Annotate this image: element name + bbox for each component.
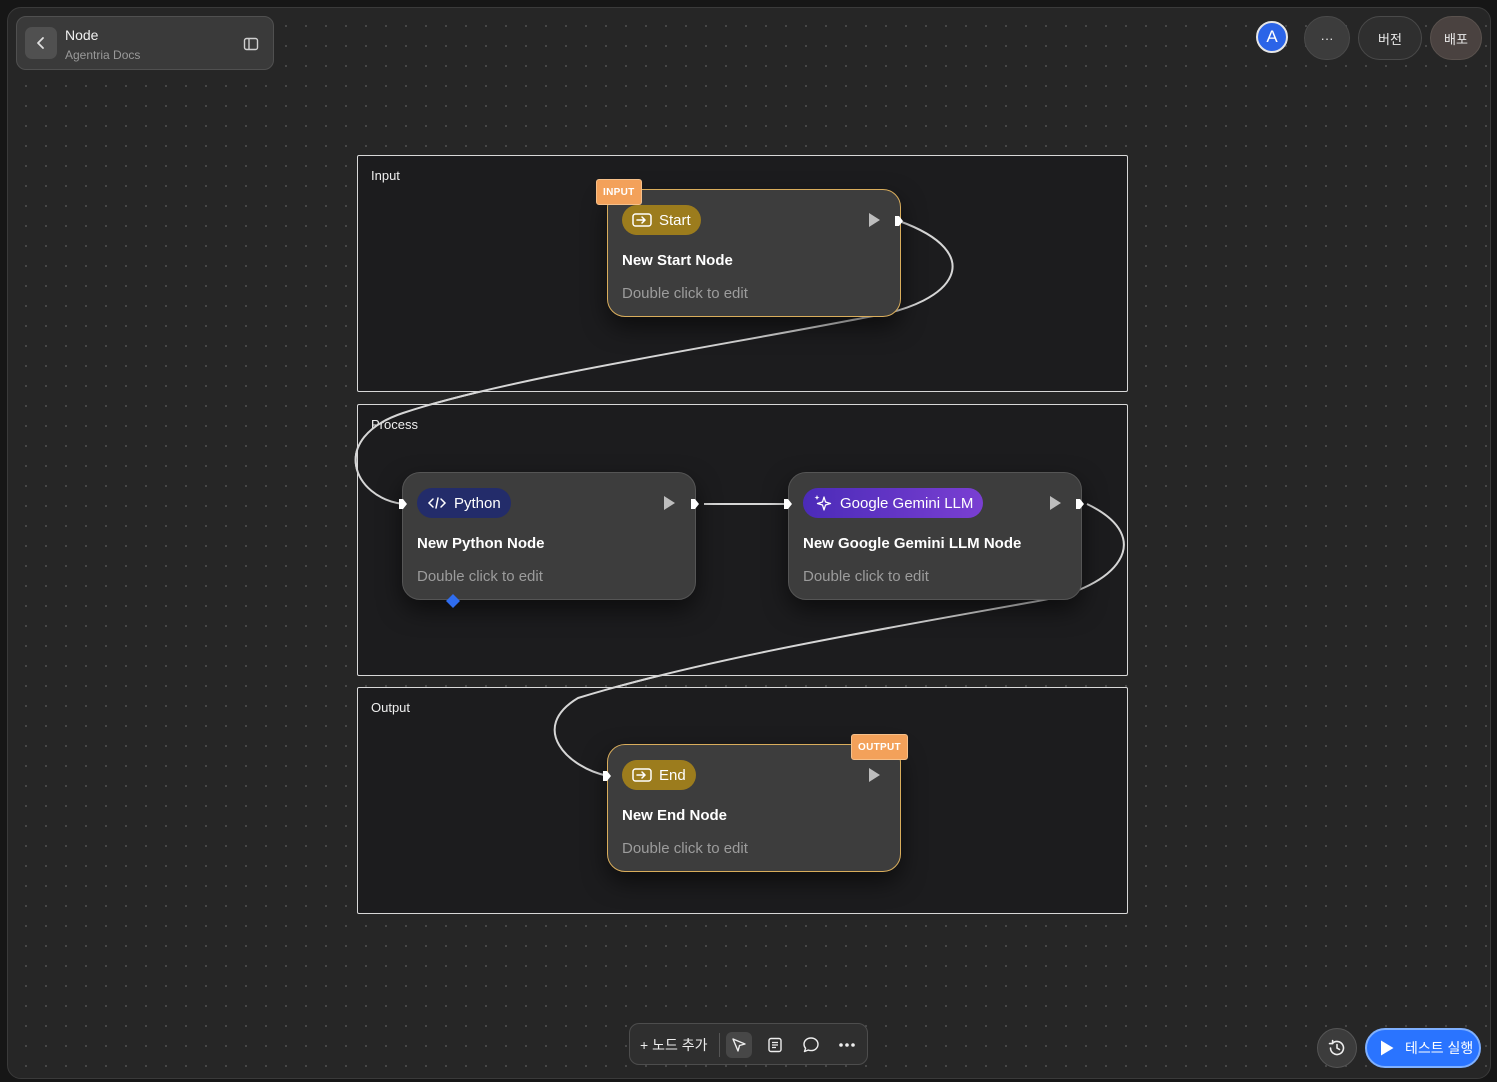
test-run-label: 테스트 실행 — [1405, 1040, 1474, 1056]
chat-bubble-icon — [803, 1037, 819, 1053]
document-icon — [768, 1037, 782, 1053]
node-hint: Double click to edit — [622, 285, 748, 302]
run-node-icon[interactable] — [1050, 496, 1061, 510]
start-node[interactable]: Start New Start Node Double click to edi… — [607, 189, 901, 317]
enter-icon — [632, 213, 652, 227]
chevron-left-icon — [37, 37, 44, 49]
select-tool-button[interactable] — [726, 1032, 752, 1058]
sidebar-toggle-icon[interactable] — [243, 36, 259, 52]
python-node[interactable]: Python New Python Node Double click to e… — [402, 472, 696, 600]
gemini-node[interactable]: Google Gemini LLM New Google Gemini LLM … — [788, 472, 1082, 600]
end-tag: End — [622, 760, 696, 790]
play-icon — [1381, 1040, 1394, 1056]
output-handle-icon[interactable] — [894, 215, 904, 227]
llm-tag-label: Google Gemini LLM — [840, 494, 974, 512]
more-options-button[interactable]: ··· — [1304, 16, 1350, 60]
node-hint: Double click to edit — [622, 840, 748, 857]
input-handle-icon[interactable] — [783, 498, 793, 510]
input-handle-icon[interactable] — [398, 498, 408, 510]
output-badge: OUTPUT — [851, 734, 908, 760]
node-title: New Start Node — [622, 252, 733, 269]
run-node-icon[interactable] — [869, 213, 880, 227]
ellipsis-icon — [839, 1043, 855, 1047]
document-subtitle: Agentria Docs — [65, 48, 141, 62]
pointer-icon — [732, 1038, 746, 1052]
python-tag-label: Python — [454, 494, 501, 512]
node-hint: Double click to edit — [803, 568, 929, 585]
canvas-toolbar: + 노드 추가 — [629, 1023, 868, 1065]
document-header: Node Agentria Docs — [16, 16, 274, 70]
group-label: Process — [371, 417, 418, 432]
group-label: Input — [371, 168, 400, 183]
more-tools-button[interactable] — [834, 1032, 860, 1058]
run-node-icon[interactable] — [869, 768, 880, 782]
deploy-button[interactable]: 배포 — [1430, 16, 1482, 60]
run-node-icon[interactable] — [664, 496, 675, 510]
document-title: Node — [65, 27, 99, 43]
group-label: Output — [371, 700, 411, 715]
python-tag: Python — [417, 488, 511, 518]
version-button[interactable]: 버전 — [1358, 16, 1422, 60]
note-tool-button[interactable] — [762, 1032, 788, 1058]
input-badge: INPUT — [596, 179, 642, 205]
node-title: New End Node — [622, 807, 728, 824]
back-button[interactable] — [25, 27, 57, 59]
start-tag-label: Start — [659, 211, 691, 229]
node-title: New Python Node — [417, 535, 545, 552]
enter-icon — [632, 768, 652, 782]
input-handle-icon[interactable] — [602, 770, 612, 782]
workflow-canvas[interactable]: Node Agentria Docs A ··· 버전 배포 Input Pro… — [7, 7, 1491, 1079]
history-icon — [1328, 1039, 1345, 1056]
code-icon — [427, 497, 447, 509]
start-tag: Start — [622, 205, 701, 235]
end-node[interactable]: End New End Node Double click to edit — [607, 744, 901, 872]
output-handle-icon[interactable] — [1075, 498, 1085, 510]
node-hint: Double click to edit — [417, 568, 543, 585]
end-tag-label: End — [659, 766, 686, 784]
node-title: New Google Gemini LLM Node — [803, 535, 1022, 552]
toolbar-divider — [719, 1033, 720, 1057]
history-button[interactable] — [1317, 1028, 1357, 1068]
test-run-button[interactable]: 테스트 실행 — [1365, 1028, 1481, 1068]
llm-tag: Google Gemini LLM — [803, 488, 984, 518]
sparkles-icon — [814, 495, 832, 511]
diamond-handle-icon[interactable] — [446, 594, 460, 608]
output-handle-icon[interactable] — [690, 498, 700, 510]
comment-tool-button[interactable] — [798, 1032, 824, 1058]
user-avatar[interactable]: A — [1256, 21, 1288, 53]
add-node-button[interactable]: + 노드 추가 — [640, 1035, 707, 1055]
